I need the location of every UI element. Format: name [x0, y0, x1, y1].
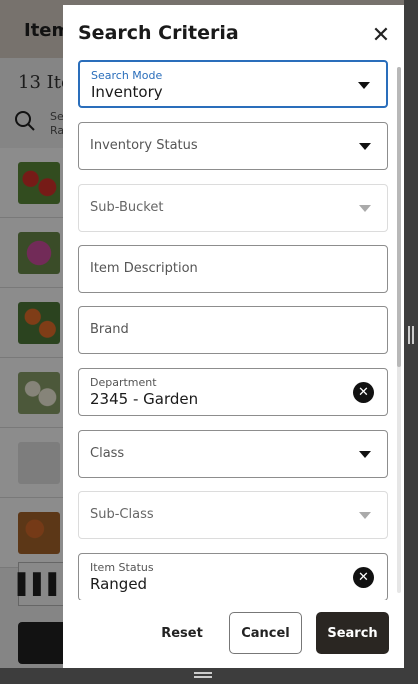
- field-label: Sub-Class: [90, 507, 154, 522]
- field-value: Ranged: [90, 575, 148, 593]
- cancel-button[interactable]: Cancel: [229, 612, 302, 654]
- scrollbar-thumb[interactable]: [397, 67, 401, 367]
- class-select[interactable]: Class: [78, 430, 388, 478]
- item-status-field[interactable]: Item Status Ranged ✕: [78, 553, 388, 600]
- department-field[interactable]: Department 2345 - Garden ✕: [78, 368, 388, 416]
- search-button[interactable]: Search: [316, 612, 389, 654]
- field-label: Brand: [90, 322, 129, 337]
- field-label: Item Description: [90, 261, 198, 276]
- chevron-down-icon: [358, 82, 370, 89]
- brand-input[interactable]: Brand: [78, 306, 388, 354]
- side-resize-handle[interactable]: [408, 326, 414, 344]
- field-label: Item Status: [90, 561, 154, 574]
- close-icon[interactable]: ✕: [367, 21, 395, 49]
- search-fields: Search Mode Inventory Inventory Status S…: [78, 60, 389, 600]
- field-label: Search Mode: [91, 69, 163, 82]
- chevron-down-icon: [359, 143, 371, 150]
- panel-title: Search Criteria: [78, 22, 239, 44]
- inventory-status-select[interactable]: Inventory Status: [78, 122, 388, 170]
- search-criteria-panel: Search Criteria ✕ Search Mode Inventory …: [63, 5, 404, 668]
- clear-icon[interactable]: ✕: [353, 382, 374, 403]
- field-value: 2345 - Garden: [90, 390, 199, 408]
- sub-bucket-select: Sub-Bucket: [78, 184, 388, 232]
- clear-icon[interactable]: ✕: [353, 567, 374, 588]
- chevron-down-icon: [359, 205, 371, 212]
- field-label: Class: [90, 446, 125, 461]
- scrollbar[interactable]: [397, 67, 401, 593]
- field-label: Department: [90, 376, 157, 389]
- sub-class-select: Sub-Class: [78, 491, 388, 539]
- field-label: Sub-Bucket: [90, 200, 164, 215]
- search-mode-select[interactable]: Search Mode Inventory: [78, 60, 388, 108]
- chevron-down-icon: [359, 451, 371, 458]
- field-value: Inventory: [91, 83, 163, 101]
- field-label: Inventory Status: [90, 138, 198, 153]
- chevron-down-icon: [359, 512, 371, 519]
- item-description-input[interactable]: Item Description: [78, 245, 388, 293]
- bottom-resize-handle[interactable]: [194, 672, 212, 678]
- reset-button[interactable]: Reset: [154, 612, 210, 654]
